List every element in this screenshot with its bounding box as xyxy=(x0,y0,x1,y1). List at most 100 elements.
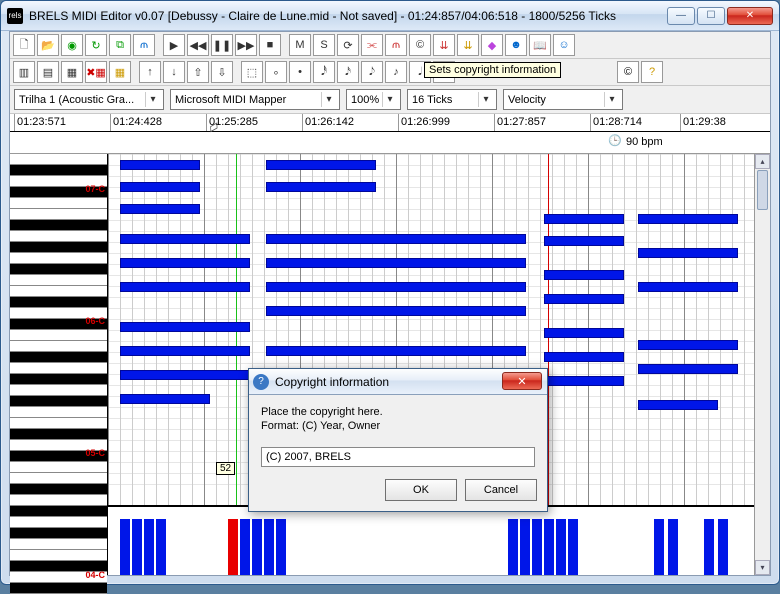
midi-note[interactable] xyxy=(544,236,624,246)
piano-key-white[interactable] xyxy=(10,363,107,374)
midi-note[interactable] xyxy=(266,258,526,268)
piano-keyboard[interactable]: 07-C06-C05-C04-C xyxy=(10,154,108,575)
piano-key-black[interactable] xyxy=(10,242,107,253)
move-down-button[interactable]: ↓ xyxy=(163,61,185,83)
grid-btn-5[interactable]: ▦ xyxy=(109,61,131,83)
close-button[interactable]: ✕ xyxy=(727,7,773,25)
velocity-bar[interactable] xyxy=(544,519,554,575)
piano-key-black[interactable] xyxy=(10,220,107,231)
velocity-bar[interactable] xyxy=(568,519,578,575)
velocity-bar[interactable] xyxy=(718,519,728,575)
piano-key-white[interactable] xyxy=(10,550,107,561)
velocity-bar[interactable] xyxy=(276,519,286,575)
piano-key-black[interactable] xyxy=(10,165,107,176)
zoom-combo[interactable]: 100% xyxy=(346,89,401,110)
piano-key-white[interactable] xyxy=(10,462,107,473)
copyright-info-button[interactable]: © xyxy=(617,61,639,83)
time-ruler[interactable]: 01:23:571 01:24:428 01:25:285 01:26:142 … xyxy=(10,114,770,132)
midi-note[interactable] xyxy=(638,340,738,350)
piano-key-black[interactable] xyxy=(10,297,107,308)
open-file-button[interactable]: 📂 xyxy=(37,34,59,56)
loop-button[interactable]: ⟳ xyxy=(337,34,359,56)
midi-note[interactable] xyxy=(638,364,738,374)
note16-button[interactable]: 𝅘𝅥𝅮 xyxy=(361,61,383,83)
stop-button[interactable]: ■ xyxy=(259,34,281,56)
ok-button[interactable]: OK xyxy=(385,479,457,501)
velocity-bar[interactable] xyxy=(228,519,238,575)
grid-btn-1[interactable]: ▥ xyxy=(13,61,35,83)
velocity-bar[interactable] xyxy=(132,519,142,575)
tool-btn-5[interactable]: ⧉ xyxy=(109,34,131,56)
piano-key-white[interactable] xyxy=(10,407,107,418)
piano-key-white[interactable] xyxy=(10,253,107,264)
midi-note[interactable] xyxy=(266,160,376,170)
pause-button[interactable]: ❚❚ xyxy=(211,34,233,56)
velocity-bar[interactable] xyxy=(668,519,678,575)
manual-button[interactable]: 📖 xyxy=(529,34,551,56)
piano-key-black[interactable] xyxy=(10,429,107,440)
help-button-2[interactable]: ? xyxy=(641,61,663,83)
note32-button[interactable]: 𝅘𝅥𝅯 xyxy=(337,61,359,83)
midi-note[interactable] xyxy=(638,400,718,410)
tool-btn-4[interactable]: ↻ xyxy=(85,34,107,56)
piano-key-white[interactable] xyxy=(10,286,107,297)
device-combo[interactable]: Microsoft MIDI Mapper xyxy=(170,89,340,110)
piano-key-white[interactable] xyxy=(10,231,107,242)
midi-note[interactable] xyxy=(266,306,526,316)
piano-key-white[interactable] xyxy=(10,275,107,286)
octave-down-button[interactable]: ⇩ xyxy=(211,61,233,83)
grid-btn-2[interactable]: ▤ xyxy=(37,61,59,83)
midi-note[interactable] xyxy=(266,282,526,292)
tool-btn-18[interactable]: ⇊ xyxy=(433,34,455,56)
scroll-up-arrow[interactable]: ▴ xyxy=(755,154,770,169)
velocity-bar[interactable] xyxy=(144,519,154,575)
midi-note[interactable] xyxy=(544,214,624,224)
velocity-bar[interactable] xyxy=(556,519,566,575)
tool-btn-15[interactable]: ⫘ xyxy=(361,34,383,56)
piano-key-black[interactable] xyxy=(10,264,107,275)
velocity-bar[interactable] xyxy=(120,519,130,575)
vertical-scrollbar[interactable]: ▴ ▾ xyxy=(754,154,770,575)
midi-note[interactable] xyxy=(120,370,250,380)
midi-note[interactable] xyxy=(120,234,250,244)
piano-key-black[interactable] xyxy=(10,352,107,363)
piano-key-black[interactable] xyxy=(10,484,107,495)
midi-note[interactable] xyxy=(544,376,624,386)
midi-note[interactable] xyxy=(120,182,200,192)
piano-key-white[interactable] xyxy=(10,473,107,484)
solo-button[interactable]: S xyxy=(313,34,335,56)
piano-key-black[interactable] xyxy=(10,528,107,539)
piano-key-black[interactable] xyxy=(10,396,107,407)
midi-note[interactable] xyxy=(120,160,200,170)
dot1-button[interactable]: ∘ xyxy=(265,61,287,83)
midi-note[interactable] xyxy=(544,294,624,304)
dialog-close-button[interactable]: ✕ xyxy=(502,372,542,390)
tempo-lane[interactable]: ▱ 🕒 90 bpm xyxy=(10,132,770,154)
midi-note[interactable] xyxy=(544,352,624,362)
rewind-button[interactable]: ◀◀ xyxy=(187,34,209,56)
select-rect-button[interactable]: ⬚ xyxy=(241,61,263,83)
copyright-input[interactable] xyxy=(261,447,535,467)
midi-note[interactable] xyxy=(120,282,250,292)
midi-note[interactable] xyxy=(120,394,210,404)
piano-key-white[interactable] xyxy=(10,341,107,352)
minimize-button[interactable]: — xyxy=(667,7,695,25)
midi-note[interactable] xyxy=(120,322,250,332)
midi-note[interactable] xyxy=(544,270,624,280)
velocity-bar[interactable] xyxy=(156,519,166,575)
midi-note[interactable] xyxy=(120,258,250,268)
velocity-bar[interactable] xyxy=(240,519,250,575)
info-button[interactable]: ☻ xyxy=(505,34,527,56)
velocity-bar[interactable] xyxy=(704,519,714,575)
octave-up-button[interactable]: ⇧ xyxy=(187,61,209,83)
piano-key-white[interactable] xyxy=(10,418,107,429)
lane-combo[interactable]: Velocity xyxy=(503,89,623,110)
midi-note[interactable] xyxy=(120,346,250,356)
velocity-bar[interactable] xyxy=(252,519,262,575)
midi-note[interactable] xyxy=(266,346,526,356)
midi-note[interactable] xyxy=(544,328,624,338)
new-file-button[interactable]: 🗋 xyxy=(13,34,35,56)
track-combo[interactable]: Trilha 1 (Acoustic Gra... xyxy=(14,89,164,110)
piano-key-black[interactable] xyxy=(10,374,107,385)
piano-key-white[interactable] xyxy=(10,198,107,209)
